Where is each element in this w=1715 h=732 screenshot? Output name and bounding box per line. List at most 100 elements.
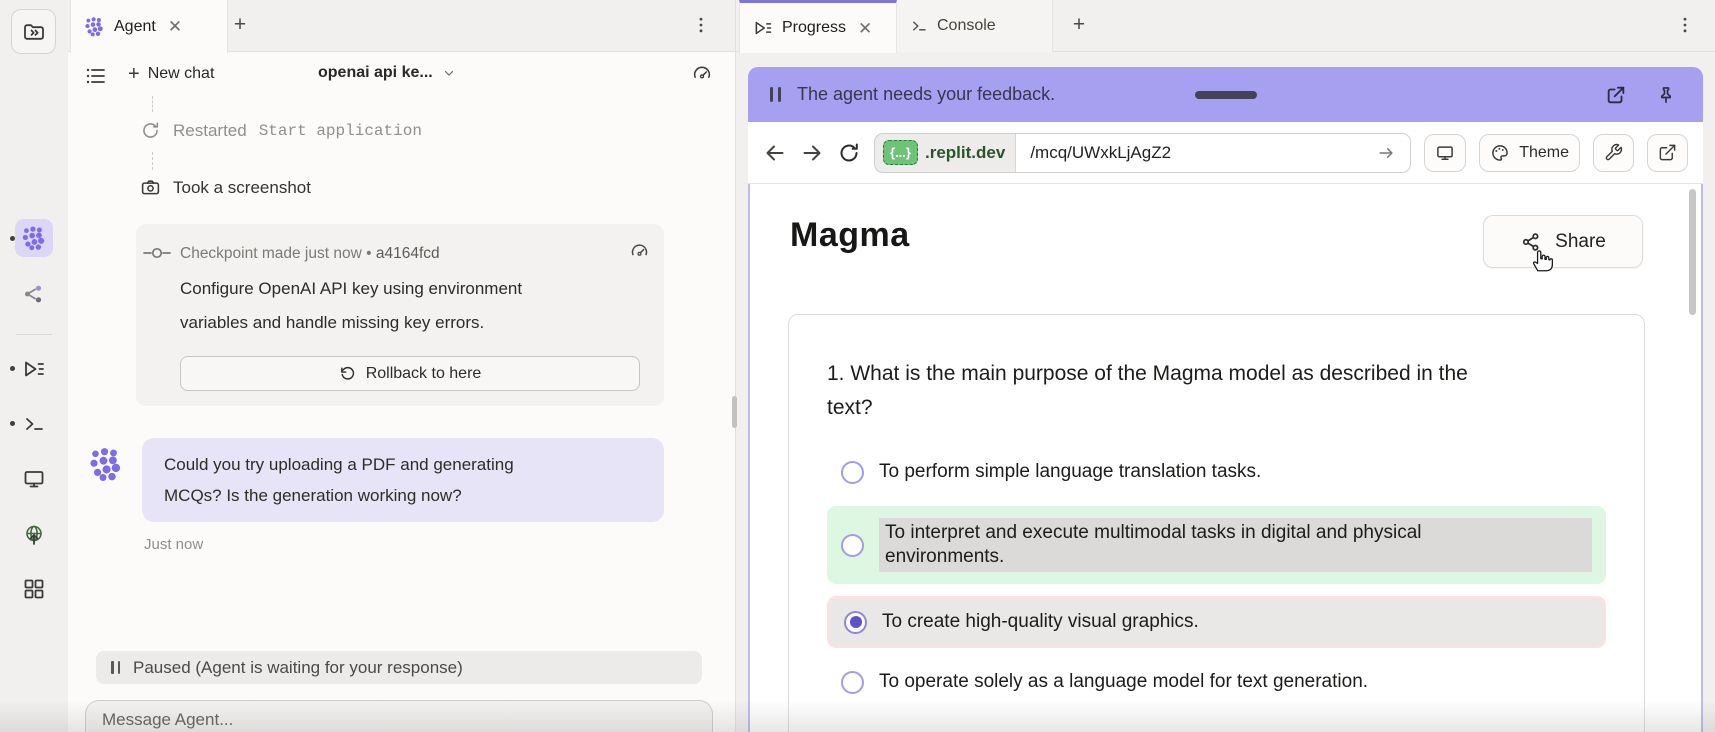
chat-title-dropdown[interactable]: openai api ke...	[318, 64, 456, 82]
checkpoint-description: Configure OpenAI API key using environme…	[180, 272, 590, 340]
close-icon[interactable]: ✕	[855, 18, 875, 39]
agent-logo-icon	[84, 16, 105, 37]
option-row[interactable]: To create high-quality visual graphics.	[827, 596, 1606, 648]
new-tab-button[interactable]: +	[228, 14, 252, 36]
share-button[interactable]: Share	[1483, 215, 1643, 268]
new-chat-button[interactable]: + New chat	[128, 64, 214, 84]
tab-console[interactable]: Console	[897, 0, 1053, 52]
option-radio[interactable]	[844, 611, 867, 634]
palette-icon	[1490, 143, 1510, 163]
usage-gauge-icon[interactable]	[691, 63, 713, 85]
preview-tabstrip: Progress ✕ Console +	[736, 0, 1715, 52]
pause-icon	[770, 87, 781, 102]
tab-progress-label: Progress	[782, 19, 846, 37]
host-badge[interactable]: {...}	[883, 140, 918, 165]
option-row[interactable]: To operate solely as a language model fo…	[827, 660, 1606, 704]
url-bar[interactable]: {...} .replit.dev /mcq/UWxkLjAgZ2	[874, 133, 1411, 173]
option-label: To perform simple language translation t…	[879, 460, 1261, 484]
preview-pane: The agent needs your feedback. {...}	[748, 67, 1703, 732]
checkpoint-header: Checkpoint made just now • a4164fcd	[180, 245, 440, 263]
sidebar-item-console[interactable]	[15, 405, 53, 443]
user-message-bubble: Could you try uploading a PDF and genera…	[142, 438, 664, 522]
close-icon[interactable]: ✕	[165, 16, 185, 37]
panel-resize-handle[interactable]	[732, 396, 737, 428]
restart-label: Restarted	[173, 121, 247, 141]
tab-progress[interactable]: Progress ✕	[739, 0, 897, 53]
theme-button[interactable]: Theme	[1479, 134, 1580, 172]
option-row[interactable]: To interpret and execute multimodal task…	[827, 506, 1606, 584]
paused-status-text: Paused (Agent is waiting for your respon…	[133, 658, 463, 678]
timeline-connector	[152, 152, 153, 170]
url-host: .replit.dev	[925, 143, 1005, 163]
agent-tabstrip: Agent ✕ +	[68, 0, 735, 52]
sidebar-item-agent[interactable]	[15, 219, 53, 257]
webview: Magma Share 1. What is the main purpose …	[748, 184, 1703, 732]
checkpoint-hash: a4164fcd	[376, 245, 440, 262]
console-icon	[22, 412, 46, 436]
plus-icon: +	[128, 64, 140, 84]
device-preview-button[interactable]	[1424, 134, 1466, 172]
pin-icon[interactable]	[1656, 84, 1676, 106]
hand-cursor	[1526, 244, 1556, 274]
agent-panel: Agent ✕ + + New chat openai api ke...	[68, 0, 735, 732]
reload-icon[interactable]	[837, 141, 861, 165]
paused-status-bar: Paused (Agent is waiting for your respon…	[96, 651, 702, 684]
folder-collapse-icon	[22, 20, 46, 44]
user-message-text: Could you try uploading a PDF and genera…	[164, 449, 564, 511]
sidebar-item-all-tools[interactable]	[15, 570, 53, 608]
page-title: Magma	[790, 216, 910, 255]
collapse-panel-button[interactable]	[11, 9, 56, 54]
source-control-icon	[22, 282, 46, 306]
webview-scrollbar-thumb[interactable]	[1689, 189, 1696, 315]
browser-toolbar: {...} .replit.dev /mcq/UWxkLjAgZ2	[748, 122, 1703, 184]
url-path-section[interactable]: /mcq/UWxkLjAgZ2	[1015, 134, 1410, 172]
forward-arrow-icon[interactable]	[800, 141, 824, 165]
share-button-label: Share	[1555, 231, 1606, 253]
console-icon	[910, 17, 928, 35]
history-menu-icon	[84, 64, 108, 88]
agent-header: + New chat openai api ke...	[68, 52, 735, 100]
new-tab-button[interactable]: +	[1067, 14, 1091, 36]
checkpoint-card: Checkpoint made just now • a4164fcd Conf…	[136, 224, 664, 406]
timeline-restart: Restarted Start application	[140, 120, 422, 141]
devtools-button[interactable]	[1593, 134, 1634, 172]
kebab-menu-icon[interactable]	[691, 15, 711, 35]
restart-command: Start application	[259, 122, 422, 140]
camera-icon	[140, 177, 161, 198]
publish-globe-icon	[22, 523, 46, 547]
feedback-banner-text: The agent needs your feedback.	[797, 84, 1055, 105]
rollback-label: Rollback to here	[366, 365, 482, 383]
url-host-section: {...} .replit.dev	[875, 140, 1015, 165]
timeline-screenshot[interactable]: Took a screenshot	[140, 177, 311, 198]
kebab-menu-icon[interactable]	[1675, 15, 1695, 35]
option-label: To operate solely as a language model fo…	[879, 670, 1368, 694]
option-radio[interactable]	[841, 671, 864, 694]
open-external-button[interactable]	[1647, 134, 1688, 172]
tab-agent[interactable]: Agent ✕	[70, 0, 228, 53]
agent-logo-icon	[21, 225, 47, 251]
chat-history-button[interactable]	[84, 64, 108, 88]
go-arrow-icon[interactable]	[1376, 143, 1396, 163]
option-radio[interactable]	[841, 534, 864, 557]
agent-avatar	[88, 446, 124, 482]
sidebar-item-source-control[interactable]	[15, 275, 53, 313]
sidebar-item-progress[interactable]	[15, 350, 53, 388]
checkpoint-separator: •	[366, 245, 371, 262]
option-radio[interactable]	[841, 461, 864, 484]
message-input[interactable]	[102, 710, 696, 730]
rollback-button[interactable]: Rollback to here	[180, 356, 640, 391]
banner-drag-handle	[1195, 91, 1257, 99]
open-in-tab-icon[interactable]	[1605, 84, 1627, 106]
message-timestamp: Just now	[144, 536, 203, 553]
left-icon-rail	[0, 0, 68, 732]
back-arrow-icon[interactable]	[763, 141, 787, 165]
usage-gauge-icon[interactable]	[629, 241, 650, 262]
sidebar-item-monitor[interactable]	[15, 460, 53, 498]
sidebar-item-publish[interactable]	[15, 516, 53, 554]
message-composer[interactable]	[85, 700, 713, 732]
question-text: 1. What is the main purpose of the Magma…	[827, 357, 1472, 425]
option-row[interactable]: To perform simple language translation t…	[827, 450, 1606, 494]
theme-button-label: Theme	[1519, 144, 1569, 162]
feedback-banner: The agent needs your feedback.	[748, 67, 1703, 122]
all-tools-grid-icon	[22, 577, 46, 601]
